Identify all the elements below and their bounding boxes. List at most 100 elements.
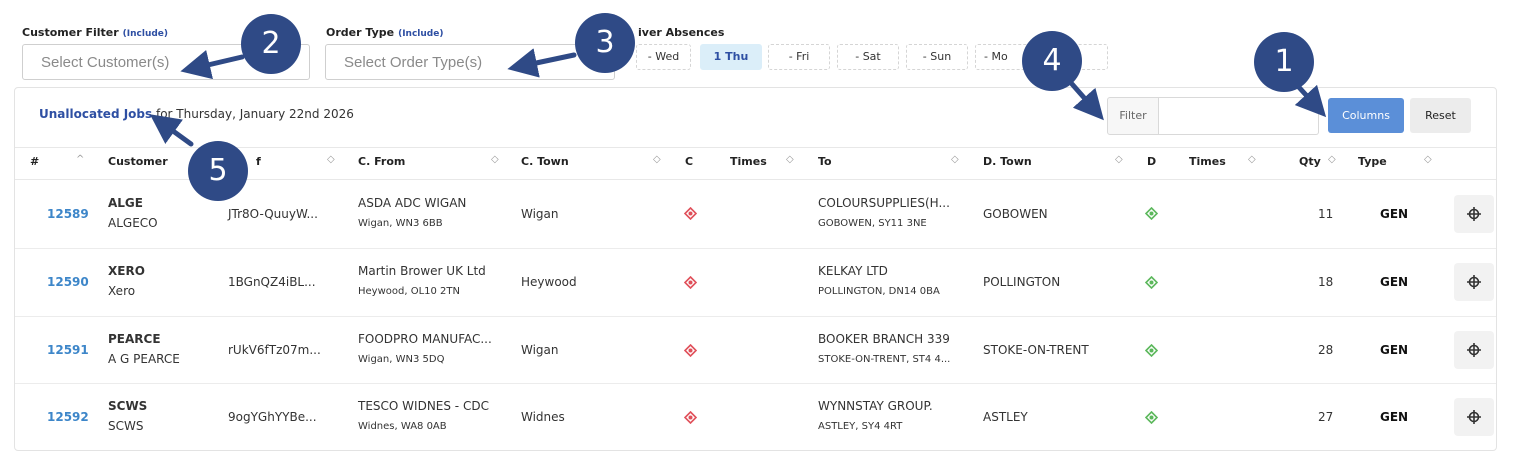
callout-badge-2: 2 bbox=[241, 14, 301, 74]
collect-from-name: Martin Brower UK Ltd bbox=[358, 264, 486, 278]
collect-from-address: Heywood, OL10 2TN bbox=[358, 286, 461, 297]
customer-include-toggle[interactable]: (Include) bbox=[123, 29, 168, 39]
collect-marker-icon bbox=[684, 411, 697, 424]
customer-code: PEARCE bbox=[108, 332, 161, 346]
customer-name: Xero bbox=[108, 284, 136, 298]
order-type-label: Order Type (Include) bbox=[326, 26, 444, 39]
crosshair-icon bbox=[1467, 343, 1481, 357]
customer-filter-label: Customer Filter (Include) bbox=[22, 26, 169, 39]
collect-town: Wigan bbox=[521, 207, 559, 221]
col-header-id[interactable]: # bbox=[30, 155, 39, 168]
customer-name: SCWS bbox=[108, 419, 144, 433]
delivery-town: GOBOWEN bbox=[983, 207, 1048, 221]
collect-from-name: TESCO WIDNES - CDC bbox=[358, 399, 489, 413]
delivery-town: STOKE-ON-TRENT bbox=[983, 343, 1089, 357]
locate-button[interactable] bbox=[1454, 195, 1494, 233]
locate-button[interactable] bbox=[1454, 263, 1494, 301]
day-wed-button[interactable]: - Wed bbox=[636, 44, 691, 70]
day-sat-button[interactable]: - Sat bbox=[837, 44, 899, 70]
job-ref: 1BGnQZ4iBL... bbox=[228, 275, 316, 289]
col-header-c-from[interactable]: C. From bbox=[358, 155, 405, 168]
columns-button[interactable]: Columns bbox=[1328, 98, 1404, 133]
job-id-link[interactable]: 12592 bbox=[47, 410, 89, 424]
customer-code: SCWS bbox=[108, 399, 148, 413]
order-type: GEN bbox=[1380, 343, 1409, 357]
deliver-marker-icon bbox=[1145, 411, 1158, 424]
sort-icon[interactable]: ◇ bbox=[1328, 154, 1336, 165]
reset-button[interactable]: Reset bbox=[1410, 98, 1471, 133]
col-header-delivery-times[interactable]: Times bbox=[1189, 155, 1226, 168]
unallocated-jobs-panel bbox=[14, 87, 1497, 451]
customer-code: ALGE bbox=[108, 196, 143, 210]
collect-from-name: ASDA ADC WIGAN bbox=[358, 196, 467, 210]
col-header-d[interactable]: D bbox=[1147, 155, 1156, 168]
deliver-to-name: BOOKER BRANCH 339 bbox=[818, 332, 950, 346]
collect-marker-icon bbox=[684, 276, 697, 289]
day-thu-button[interactable]: 1 Thu bbox=[700, 44, 762, 70]
job-ref: rUkV6fTz07m... bbox=[228, 343, 321, 357]
quantity: 18 bbox=[1318, 275, 1334, 289]
collect-marker-icon bbox=[684, 207, 697, 220]
delivery-town: POLLINGTON bbox=[983, 275, 1061, 289]
sort-icon[interactable]: ◇ bbox=[786, 154, 794, 165]
customer-select-placeholder: Select Customer(s) bbox=[41, 54, 170, 71]
sort-asc-icon[interactable]: ^ bbox=[76, 154, 84, 165]
customer-name: ALGECO bbox=[108, 216, 158, 230]
locate-button[interactable] bbox=[1454, 398, 1494, 436]
deliver-to-name: KELKAY LTD bbox=[818, 264, 888, 278]
quantity: 28 bbox=[1318, 343, 1334, 357]
sort-icon[interactable]: ◇ bbox=[491, 154, 499, 165]
customer-code: XERO bbox=[108, 264, 145, 278]
locate-button[interactable] bbox=[1454, 331, 1494, 369]
col-header-to[interactable]: To bbox=[818, 155, 832, 168]
col-header-qty[interactable]: Qty bbox=[1299, 155, 1321, 168]
col-header-c-town[interactable]: C. Town bbox=[521, 155, 569, 168]
filter-input[interactable] bbox=[1159, 97, 1319, 135]
job-id-link[interactable]: 12591 bbox=[47, 343, 89, 357]
day-fri-button[interactable]: - Fri bbox=[768, 44, 830, 70]
collect-town: Wigan bbox=[521, 343, 559, 357]
crosshair-icon bbox=[1467, 410, 1481, 424]
job-id-link[interactable]: 12590 bbox=[47, 275, 89, 289]
deliver-marker-icon bbox=[1145, 276, 1158, 289]
crosshair-icon bbox=[1467, 275, 1481, 289]
sort-icon[interactable]: ◇ bbox=[653, 154, 661, 165]
row-divider bbox=[15, 248, 1496, 249]
col-header-c[interactable]: C bbox=[685, 155, 693, 168]
sort-icon[interactable]: ◇ bbox=[1115, 154, 1123, 165]
sort-icon[interactable]: ◇ bbox=[1248, 154, 1256, 165]
job-ref: JTr8O-QuuyW... bbox=[228, 207, 318, 221]
deliver-to-address: ASTLEY, SY4 4RT bbox=[818, 421, 903, 432]
col-header-collect-times[interactable]: Times bbox=[730, 155, 767, 168]
sort-icon[interactable]: ◇ bbox=[327, 154, 335, 165]
collect-town: Heywood bbox=[521, 275, 577, 289]
crosshair-icon bbox=[1467, 207, 1481, 221]
order-type: GEN bbox=[1380, 275, 1409, 289]
job-id-link[interactable]: 12589 bbox=[47, 207, 89, 221]
order-type: GEN bbox=[1380, 207, 1409, 221]
sort-icon[interactable]: ◇ bbox=[951, 154, 959, 165]
unallocated-jobs-link[interactable]: Unallocated Jobs bbox=[39, 107, 152, 121]
callout-badge-4: 4 bbox=[1022, 31, 1082, 91]
order-type-include-toggle[interactable]: (Include) bbox=[398, 29, 443, 39]
deliver-to-address: STOKE-ON-TRENT, ST4 4... bbox=[818, 354, 951, 365]
collect-town: Widnes bbox=[521, 410, 565, 424]
collect-marker-icon bbox=[684, 344, 697, 357]
deliver-to-address: POLLINGTON, DN14 0BA bbox=[818, 286, 940, 297]
order-type: GEN bbox=[1380, 410, 1409, 424]
order-type-select[interactable]: Select Order Type(s) bbox=[325, 44, 615, 80]
deliver-to-address: GOBOWEN, SY11 3NE bbox=[818, 218, 927, 229]
filter-label: Filter bbox=[1107, 97, 1159, 135]
customer-name: A G PEARCE bbox=[108, 352, 180, 366]
col-header-customer[interactable]: Customer bbox=[108, 155, 168, 168]
deliver-marker-icon bbox=[1145, 207, 1158, 220]
collect-from-address: Wigan, WN3 6BB bbox=[358, 218, 443, 229]
col-header-ref[interactable]: f bbox=[256, 155, 261, 168]
job-ref: 9ogYGhYYBe... bbox=[228, 410, 317, 424]
panel-title: Unallocated Jobs for Thursday, January 2… bbox=[39, 107, 354, 121]
col-header-type[interactable]: Type bbox=[1358, 155, 1387, 168]
sort-icon[interactable]: ◇ bbox=[1424, 154, 1432, 165]
col-header-d-town[interactable]: D. Town bbox=[983, 155, 1032, 168]
day-sun-button[interactable]: - Sun bbox=[906, 44, 968, 70]
collect-from-address: Wigan, WN3 5DQ bbox=[358, 354, 445, 365]
